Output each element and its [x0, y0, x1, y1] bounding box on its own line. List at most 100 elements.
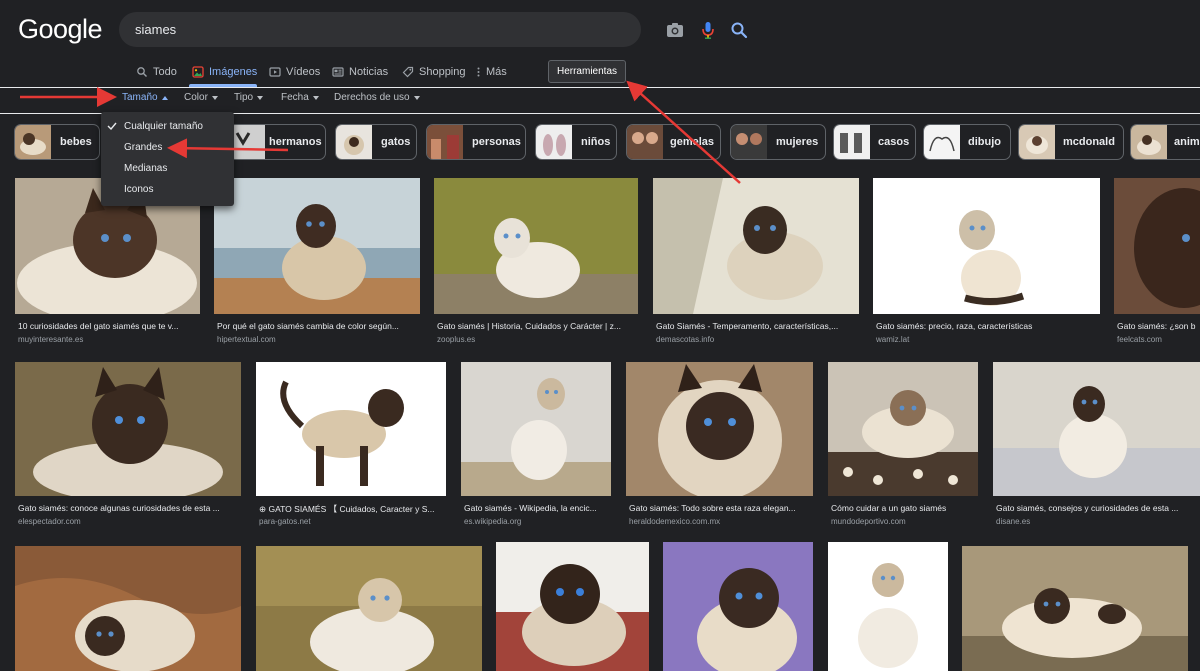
tools-button[interactable]: Herramientas	[548, 60, 626, 83]
chip-thumbnail	[336, 125, 372, 159]
result-thumbnail[interactable]	[15, 362, 241, 496]
image-result[interactable]	[663, 542, 813, 671]
result-thumbnail[interactable]	[828, 362, 978, 496]
result-caption[interactable]: Por qué el gato siamés cambia de color s…	[217, 321, 420, 331]
microphone-icon[interactable]	[698, 20, 718, 40]
result-caption[interactable]: Gato siamés: Todo sobre esta raza elegan…	[629, 503, 813, 513]
size-dropdown-menu: Cualquier tamaño Grandes Medianas Iconos	[101, 112, 234, 206]
result-caption[interactable]: Gato siamés | Historia, Cuidados y Carác…	[437, 321, 638, 331]
result-source: hipertextual.com	[217, 335, 276, 344]
chip-ninos[interactable]: niños	[535, 124, 617, 160]
search-icon	[137, 67, 147, 77]
result-thumbnail[interactable]	[828, 542, 948, 671]
google-logo[interactable]: Google	[18, 14, 103, 45]
result-thumbnail[interactable]	[626, 362, 813, 496]
chip-thumbnail	[924, 125, 960, 159]
tab-noticias[interactable]: Noticias	[332, 63, 388, 81]
tab-shopping[interactable]: Shopping	[402, 63, 466, 81]
result-source: disane.es	[996, 517, 1031, 526]
result-thumbnail[interactable]	[873, 178, 1100, 314]
caret-up-icon	[161, 95, 168, 100]
filter-derechos-de-uso[interactable]: Derechos de uso	[334, 92, 420, 103]
chip-thumbnail	[15, 125, 51, 159]
tag-icon	[402, 66, 414, 78]
image-result[interactable]: Cómo cuidar a un gato siamés mundodeport…	[828, 362, 978, 528]
image-result[interactable]	[496, 542, 649, 671]
result-caption[interactable]: Gato siamés - Wikipedia, la encic...	[464, 503, 611, 513]
search-input[interactable]	[135, 12, 515, 47]
image-result[interactable]: Por qué el gato siamés cambia de color s…	[214, 178, 420, 344]
result-caption[interactable]: ⊕ GATO SIAMÉS 【 Cuidados, Caracter y S..…	[259, 503, 446, 515]
result-caption[interactable]: Gato siamés: conoce algunas curiosidades…	[18, 503, 241, 513]
chip-casos[interactable]: casos	[833, 124, 916, 160]
tab-mas[interactable]: Más	[476, 63, 507, 81]
result-thumbnail[interactable]	[663, 542, 813, 671]
result-thumbnail[interactable]	[256, 546, 482, 671]
image-result[interactable]	[15, 546, 241, 671]
search-icon[interactable]	[729, 20, 749, 40]
search-box[interactable]	[119, 12, 748, 47]
chip-bebes[interactable]: bebes	[14, 124, 100, 160]
size-option-iconos[interactable]: Iconos	[124, 184, 153, 195]
chip-mujeres[interactable]: mujeres	[730, 124, 826, 160]
result-caption[interactable]: Gato siamés, consejos y curiosidades de …	[996, 503, 1200, 513]
image-result[interactable]: Gato Siamés - Temperamento, característi…	[653, 178, 859, 344]
filter-color[interactable]: Color	[184, 92, 218, 103]
result-thumbnail[interactable]	[962, 546, 1188, 671]
result-caption[interactable]: Gato Siamés - Temperamento, característi…	[656, 321, 859, 331]
image-result[interactable]: Gato siamés | Historia, Cuidados y Carác…	[434, 178, 638, 344]
caret-down-icon	[257, 95, 264, 100]
chip-personas[interactable]: personas	[426, 124, 526, 160]
result-source: zooplus.es	[437, 335, 476, 344]
result-thumbnail[interactable]	[15, 546, 241, 671]
result-source: muyinteresante.es	[18, 335, 84, 344]
result-source: feelcats.com	[1117, 335, 1162, 344]
chip-dibujo[interactable]: dibujo	[923, 124, 1011, 160]
image-result[interactable]: Gato siamés - Wikipedia, la encic... es.…	[461, 362, 611, 528]
result-thumbnail[interactable]	[653, 178, 859, 314]
size-option-medianas[interactable]: Medianas	[124, 163, 167, 174]
chip-anima[interactable]: anima	[1130, 124, 1200, 160]
result-thumbnail[interactable]	[993, 362, 1200, 496]
filter-tamano[interactable]: Tamaño	[122, 92, 168, 103]
result-thumbnail[interactable]	[1114, 178, 1200, 314]
chip-hermanos[interactable]: hermanos	[228, 124, 326, 160]
filter-fecha[interactable]: Fecha	[281, 92, 319, 103]
result-thumbnail[interactable]	[461, 362, 611, 496]
result-source: demascotas.info	[656, 335, 715, 344]
chip-gemelas[interactable]: gemelas	[626, 124, 721, 160]
result-source: mundodeportivo.com	[831, 517, 906, 526]
caret-down-icon	[211, 95, 218, 100]
chip-gatos[interactable]: gatos	[335, 124, 417, 160]
caret-down-icon	[413, 95, 420, 100]
result-thumbnail[interactable]	[214, 178, 420, 314]
camera-icon[interactable]	[665, 20, 685, 40]
result-caption[interactable]: 10 curiosidades del gato siamés que te v…	[18, 321, 200, 331]
chip-mcdonald[interactable]: mcdonald	[1018, 124, 1124, 160]
image-result[interactable]: Gato siamés: conoce algunas curiosidades…	[15, 362, 241, 528]
result-caption[interactable]: Gato siamés: ¿son b	[1117, 321, 1200, 331]
chip-thumbnail	[536, 125, 572, 159]
result-thumbnail[interactable]	[496, 542, 649, 671]
image-result[interactable]: ⊕ GATO SIAMÉS 【 Cuidados, Caracter y S..…	[256, 362, 446, 528]
image-result[interactable]: Gato siamés, consejos y curiosidades de …	[993, 362, 1200, 528]
image-result[interactable]	[256, 546, 482, 671]
tab-todo[interactable]: Todo	[136, 63, 177, 81]
image-result[interactable]: Gato siamés: Todo sobre esta raza elegan…	[626, 362, 813, 528]
news-icon	[332, 67, 344, 77]
tab-imagenes[interactable]: Imágenes	[192, 63, 257, 81]
image-result[interactable]	[962, 546, 1188, 671]
image-result[interactable]	[828, 542, 948, 671]
size-option-grandes[interactable]: Grandes	[124, 142, 162, 153]
checkmark-icon	[107, 122, 117, 130]
image-result[interactable]: Gato siamés: precio, raza, característic…	[873, 178, 1100, 344]
result-thumbnail[interactable]	[434, 178, 638, 314]
filter-tipo[interactable]: Tipo	[234, 92, 264, 103]
divider	[0, 87, 1200, 88]
tab-videos[interactable]: Vídeos	[269, 63, 320, 81]
result-thumbnail[interactable]	[256, 362, 446, 496]
result-caption[interactable]: Cómo cuidar a un gato siamés	[831, 503, 978, 513]
size-option-cualquier[interactable]: Cualquier tamaño	[124, 121, 203, 132]
result-caption[interactable]: Gato siamés: precio, raza, característic…	[876, 321, 1100, 331]
image-result[interactable]: Gato siamés: ¿son b feelcats.com	[1114, 178, 1200, 344]
